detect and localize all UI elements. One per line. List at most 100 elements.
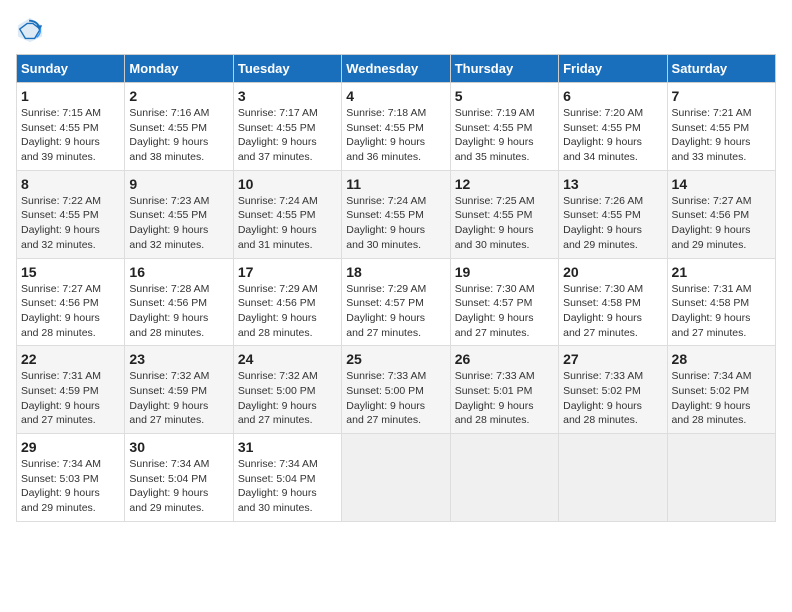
day-info: Sunrise: 7:28 AM Sunset: 4:56 PM Dayligh… xyxy=(129,282,228,341)
calendar-cell: 1Sunrise: 7:15 AM Sunset: 4:55 PM Daylig… xyxy=(17,83,125,171)
day-info: Sunrise: 7:19 AM Sunset: 4:55 PM Dayligh… xyxy=(455,106,554,165)
day-info: Sunrise: 7:26 AM Sunset: 4:55 PM Dayligh… xyxy=(563,194,662,253)
calendar-cell: 2 Sunrise: 7:16 AM Sunset: 4:55 PM Daylig… xyxy=(125,83,233,171)
calendar-cell: 13 Sunrise: 7:26 AM Sunset: 4:55 PM Dayli… xyxy=(559,170,667,258)
week-row-2: 8 Sunrise: 7:22 AM Sunset: 4:55 PM Daylig… xyxy=(17,170,776,258)
day-number: 2 xyxy=(129,88,228,104)
calendar-cell: 15Sunrise: 7:27 AM Sunset: 4:56 PM Dayli… xyxy=(17,258,125,346)
day-info: Sunrise: 7:34 AM Sunset: 5:04 PM Dayligh… xyxy=(238,457,337,516)
day-info: Sunrise: 7:17 AM Sunset: 4:55 PM Dayligh… xyxy=(238,106,337,165)
day-info: Sunrise: 7:32 AM Sunset: 5:00 PM Dayligh… xyxy=(238,369,337,428)
calendar-cell: 27 Sunrise: 7:33 AM Sunset: 5:02 PM Dayli… xyxy=(559,346,667,434)
calendar-cell xyxy=(450,434,558,522)
day-header-thursday: Thursday xyxy=(450,55,558,83)
calendar-cell: 29 Sunrise: 7:34 AM Sunset: 5:03 PM Dayli… xyxy=(17,434,125,522)
calendar-cell: 4 Sunrise: 7:18 AM Sunset: 4:55 PM Daylig… xyxy=(342,83,450,171)
day-info: Sunrise: 7:23 AM Sunset: 4:55 PM Dayligh… xyxy=(129,194,228,253)
day-info: Sunrise: 7:29 AM Sunset: 4:57 PM Dayligh… xyxy=(346,282,445,341)
day-number: 12 xyxy=(455,176,554,192)
week-row-1: 1Sunrise: 7:15 AM Sunset: 4:55 PM Daylig… xyxy=(17,83,776,171)
day-number: 16 xyxy=(129,264,228,280)
day-number: 24 xyxy=(238,351,337,367)
calendar-cell: 11 Sunrise: 7:24 AM Sunset: 4:55 PM Dayli… xyxy=(342,170,450,258)
day-info: Sunrise: 7:20 AM Sunset: 4:55 PM Dayligh… xyxy=(563,106,662,165)
day-number: 29 xyxy=(21,439,120,455)
calendar-cell: 8 Sunrise: 7:22 AM Sunset: 4:55 PM Daylig… xyxy=(17,170,125,258)
calendar-cell: 10 Sunrise: 7:24 AM Sunset: 4:55 PM Dayli… xyxy=(233,170,341,258)
day-info: Sunrise: 7:29 AM Sunset: 4:56 PM Dayligh… xyxy=(238,282,337,341)
day-number: 26 xyxy=(455,351,554,367)
calendar-cell: 26Sunrise: 7:33 AM Sunset: 5:01 PM Dayli… xyxy=(450,346,558,434)
calendar-cell: 30 Sunrise: 7:34 AM Sunset: 5:04 PM Dayli… xyxy=(125,434,233,522)
header-row: SundayMondayTuesdayWednesdayThursdayFrid… xyxy=(17,55,776,83)
day-number: 4 xyxy=(346,88,445,104)
day-info: Sunrise: 7:31 AM Sunset: 4:58 PM Dayligh… xyxy=(672,282,771,341)
day-header-monday: Monday xyxy=(125,55,233,83)
day-info: Sunrise: 7:33 AM Sunset: 5:00 PM Dayligh… xyxy=(346,369,445,428)
day-info: Sunrise: 7:27 AM Sunset: 4:56 PM Dayligh… xyxy=(21,282,120,341)
day-number: 27 xyxy=(563,351,662,367)
day-info: Sunrise: 7:30 AM Sunset: 4:58 PM Dayligh… xyxy=(563,282,662,341)
calendar-cell: 6 Sunrise: 7:20 AM Sunset: 4:55 PM Daylig… xyxy=(559,83,667,171)
calendar-cell: 31 Sunrise: 7:34 AM Sunset: 5:04 PM Dayli… xyxy=(233,434,341,522)
day-info: Sunrise: 7:34 AM Sunset: 5:02 PM Dayligh… xyxy=(672,369,771,428)
logo xyxy=(16,16,48,44)
day-number: 14 xyxy=(672,176,771,192)
day-number: 10 xyxy=(238,176,337,192)
day-info: Sunrise: 7:16 AM Sunset: 4:55 PM Dayligh… xyxy=(129,106,228,165)
day-number: 18 xyxy=(346,264,445,280)
day-number: 3 xyxy=(238,88,337,104)
day-number: 11 xyxy=(346,176,445,192)
calendar-cell: 16 Sunrise: 7:28 AM Sunset: 4:56 PM Dayli… xyxy=(125,258,233,346)
calendar-cell: 12 Sunrise: 7:25 AM Sunset: 4:55 PM Dayli… xyxy=(450,170,558,258)
calendar-cell: 25 Sunrise: 7:33 AM Sunset: 5:00 PM Dayli… xyxy=(342,346,450,434)
day-header-saturday: Saturday xyxy=(667,55,775,83)
day-info: Sunrise: 7:25 AM Sunset: 4:55 PM Dayligh… xyxy=(455,194,554,253)
calendar-cell xyxy=(342,434,450,522)
day-number: 28 xyxy=(672,351,771,367)
day-info: Sunrise: 7:32 AM Sunset: 4:59 PM Dayligh… xyxy=(129,369,228,428)
day-info: Sunrise: 7:30 AM Sunset: 4:57 PM Dayligh… xyxy=(455,282,554,341)
calendar-cell: 22 Sunrise: 7:31 AM Sunset: 4:59 PM Dayli… xyxy=(17,346,125,434)
day-number: 22 xyxy=(21,351,120,367)
week-row-3: 15Sunrise: 7:27 AM Sunset: 4:56 PM Dayli… xyxy=(17,258,776,346)
calendar-cell: 21 Sunrise: 7:31 AM Sunset: 4:58 PM Dayli… xyxy=(667,258,775,346)
day-info: Sunrise: 7:15 AM Sunset: 4:55 PM Dayligh… xyxy=(21,106,120,165)
calendar-cell: 3 Sunrise: 7:17 AM Sunset: 4:55 PM Daylig… xyxy=(233,83,341,171)
day-info: Sunrise: 7:34 AM Sunset: 5:03 PM Dayligh… xyxy=(21,457,120,516)
week-row-5: 29 Sunrise: 7:34 AM Sunset: 5:03 PM Dayli… xyxy=(17,434,776,522)
calendar-cell: 5 Sunrise: 7:19 AM Sunset: 4:55 PM Daylig… xyxy=(450,83,558,171)
calendar-cell: 19Sunrise: 7:30 AM Sunset: 4:57 PM Dayli… xyxy=(450,258,558,346)
calendar-cell: 18 Sunrise: 7:29 AM Sunset: 4:57 PM Dayli… xyxy=(342,258,450,346)
day-number: 17 xyxy=(238,264,337,280)
day-info: Sunrise: 7:22 AM Sunset: 4:55 PM Dayligh… xyxy=(21,194,120,253)
day-info: Sunrise: 7:27 AM Sunset: 4:56 PM Dayligh… xyxy=(672,194,771,253)
day-number: 9 xyxy=(129,176,228,192)
day-info: Sunrise: 7:34 AM Sunset: 5:04 PM Dayligh… xyxy=(129,457,228,516)
day-number: 7 xyxy=(672,88,771,104)
day-number: 8 xyxy=(21,176,120,192)
day-number: 31 xyxy=(238,439,337,455)
day-info: Sunrise: 7:18 AM Sunset: 4:55 PM Dayligh… xyxy=(346,106,445,165)
calendar-cell: 24 Sunrise: 7:32 AM Sunset: 5:00 PM Dayli… xyxy=(233,346,341,434)
page-header xyxy=(16,16,776,44)
calendar-cell: 23 Sunrise: 7:32 AM Sunset: 4:59 PM Dayli… xyxy=(125,346,233,434)
day-info: Sunrise: 7:33 AM Sunset: 5:02 PM Dayligh… xyxy=(563,369,662,428)
calendar-cell: 20 Sunrise: 7:30 AM Sunset: 4:58 PM Dayli… xyxy=(559,258,667,346)
day-info: Sunrise: 7:24 AM Sunset: 4:55 PM Dayligh… xyxy=(238,194,337,253)
day-number: 13 xyxy=(563,176,662,192)
day-info: Sunrise: 7:24 AM Sunset: 4:55 PM Dayligh… xyxy=(346,194,445,253)
day-header-friday: Friday xyxy=(559,55,667,83)
day-number: 6 xyxy=(563,88,662,104)
calendar-table: SundayMondayTuesdayWednesdayThursdayFrid… xyxy=(16,54,776,522)
day-number: 23 xyxy=(129,351,228,367)
day-number: 25 xyxy=(346,351,445,367)
day-number: 20 xyxy=(563,264,662,280)
day-info: Sunrise: 7:31 AM Sunset: 4:59 PM Dayligh… xyxy=(21,369,120,428)
day-number: 5 xyxy=(455,88,554,104)
day-number: 30 xyxy=(129,439,228,455)
day-header-wednesday: Wednesday xyxy=(342,55,450,83)
day-number: 21 xyxy=(672,264,771,280)
logo-icon xyxy=(16,16,44,44)
calendar-cell: 7Sunrise: 7:21 AM Sunset: 4:55 PM Daylig… xyxy=(667,83,775,171)
